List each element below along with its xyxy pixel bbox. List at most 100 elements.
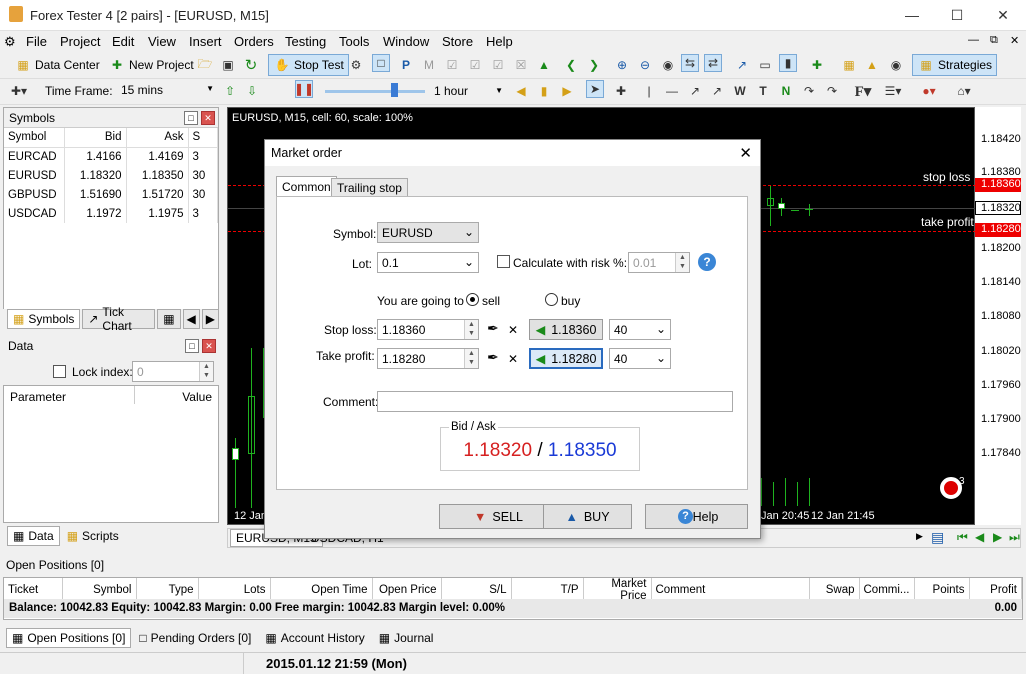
app-menu-icon[interactable]: ⚙ [4,34,16,50]
go-last-icon[interactable]: ⏭ [1009,530,1020,545]
zoom-out-icon[interactable]: ⊖ [636,56,654,74]
line-style-icon[interactable]: ☰▾ [884,82,902,100]
horizontal-line-icon[interactable]: — [663,82,681,100]
tab-trailing-stop[interactable]: Trailing stop [331,178,408,197]
help-button[interactable]: ? Help [645,504,748,529]
table-row[interactable]: EURUSD 1.18320 1.18350 30 [4,166,218,185]
panel-close-icon[interactable]: ✕ [201,111,215,125]
vertical-line-icon[interactable]: | [640,82,658,100]
m-icon[interactable]: M [420,56,438,74]
sell-radio[interactable] [466,293,479,306]
tab-tick-chart[interactable]: ↗ Tick Chart [82,305,156,333]
picker-icon[interactable]: ✒ [487,320,499,337]
tab-account-history[interactable]: ▦ Account History [259,628,370,648]
menu-store[interactable]: Store [442,34,473,49]
fibonacci-icon[interactable]: ↷ [800,82,818,100]
clear-icon[interactable]: ✕ [508,352,518,366]
sl-price-button[interactable]: ◀ 1.18360 [529,319,603,340]
tab-scripts[interactable]: ▦ Scripts [61,526,124,546]
font-icon[interactable]: F▾ [854,82,872,100]
menu-project[interactable]: Project [60,34,100,49]
go-first-icon[interactable]: ⏮ [957,530,968,545]
spin-icon[interactable]: ▲ ▼ [675,253,689,272]
maximize-button[interactable]: ☐ [934,0,980,31]
save-icon[interactable]: ▣ [219,56,237,74]
mdi-close-icon[interactable]: ✕ [1010,34,1019,47]
spin-icon[interactable]: ▲ ▼ [464,349,478,368]
stop-loss-input[interactable]: 1.18360 ▲ ▼ [377,319,479,340]
crosshair-icon[interactable]: ✚ [612,82,630,100]
chart-layout-icon[interactable]: ▤ [931,529,944,546]
arrow-right-green-icon[interactable]: ❯ [585,56,603,74]
spin-icon[interactable]: ▲ ▼ [464,320,478,339]
take-profit-input[interactable]: 1.18280 ▲ ▼ [377,348,479,369]
dialog-close-icon[interactable]: ✕ [739,144,752,162]
doc-up-icon[interactable]: ▲ [535,56,553,74]
lock-index-checkbox[interactable] [53,365,66,378]
price-axis[interactable]: 1.18420 1.18380 1.18360 1.18320 1.18280 … [975,107,1021,525]
go-next-icon[interactable]: ▶ [993,530,1002,544]
n-icon[interactable]: N [777,82,795,100]
tf-down-icon[interactable]: ⇩ [243,82,261,100]
add-indicator-icon[interactable]: ✚ [808,56,826,74]
buy-button[interactable]: ▲ BUY [543,504,632,529]
refresh-icon[interactable]: ↻ [242,56,260,74]
p-icon[interactable]: P [397,56,415,74]
doc-check3-icon[interactable]: ☑ [489,56,507,74]
menu-view[interactable]: View [148,34,176,49]
panel-restore-icon[interactable]: □ [185,339,199,353]
tp-price-button[interactable]: ◀ 1.18280 [529,348,603,369]
symbol-select[interactable]: EURUSD ⌄ [377,222,479,243]
go-prev-icon[interactable]: ◀ [975,530,984,544]
broom-icon[interactable]: ▲ [863,56,881,74]
time-frame-select[interactable]: 15 mins ▼ [117,81,217,101]
picker-icon[interactable]: ✒ [487,349,499,366]
tab-journal[interactable]: ▦ Journal [373,628,440,648]
doc-delete-icon[interactable]: ☒ [512,56,530,74]
color-icon[interactable]: ●▾ [920,82,938,100]
buy-radio[interactable] [545,293,558,306]
column-header[interactable]: Parameter [10,390,66,404]
menu-tools[interactable]: Tools [339,34,369,49]
table-row[interactable]: GBPUSD 1.51690 1.51720 30 [4,185,218,204]
lock-index-input[interactable]: 0 ▲ ▼ [132,361,214,382]
menu-file[interactable]: File [26,34,47,49]
column-header[interactable]: S [188,128,218,148]
step-icon[interactable]: ▮ [535,82,553,100]
column-header[interactable]: Symbol [4,128,65,148]
crosshair-dropdown-icon[interactable]: ✚▾ [10,82,28,100]
minimize-button[interactable]: — [889,0,935,31]
new-project-button[interactable]: ✚ New Project [104,54,198,76]
zoom-in-icon[interactable]: ⊕ [613,56,631,74]
help-icon[interactable]: ? [698,253,716,271]
page-icon[interactable]: □ [372,54,390,72]
tab-data[interactable]: ▦ Data [7,526,60,546]
spin-icon[interactable]: ▲ ▼ [199,362,213,381]
comment-input[interactable] [377,391,733,412]
scroll-right-icon[interactable]: ▶ [201,309,219,329]
menu-orders[interactable]: Orders [234,34,274,49]
ray-icon[interactable]: ↗ [686,82,704,100]
tab-more[interactable]: ▦ [157,309,181,329]
scroll-right-icon[interactable]: ▶ [916,531,923,542]
close-button[interactable]: ✕ [980,0,1026,31]
lot-select[interactable]: 0.1 ⌄ [377,252,479,273]
scroll-left-icon[interactable]: ◀ [182,309,200,329]
open-folder-icon[interactable]: 🗁 [196,56,214,74]
mdi-restore-icon[interactable]: ⧉ [990,34,998,47]
stop-test-button[interactable]: ✋ Stop Test [268,54,349,76]
line-chart-icon[interactable]: ↗ [733,56,751,74]
test-settings-icon[interactable]: ⚙ [347,56,365,74]
fit-chart-icon[interactable]: ⇆ [681,54,699,72]
strategies-button[interactable]: ▦ Strategies [912,54,998,76]
speed-slider-thumb[interactable] [391,83,398,97]
text-icon[interactable]: T [754,82,772,100]
cursor-icon[interactable]: ➤ [586,80,604,98]
step-forward-icon[interactable]: ▶ [558,82,576,100]
data-center-button[interactable]: ▦ Data Center [10,54,104,76]
column-header[interactable]: Ask [126,128,189,148]
fib2-icon[interactable]: ↷ [823,82,841,100]
trendline-icon[interactable]: ↗ [708,82,726,100]
bar-chart-icon[interactable]: ▭ [756,56,774,74]
tp-points-select[interactable]: 40 ⌄ [609,348,671,369]
